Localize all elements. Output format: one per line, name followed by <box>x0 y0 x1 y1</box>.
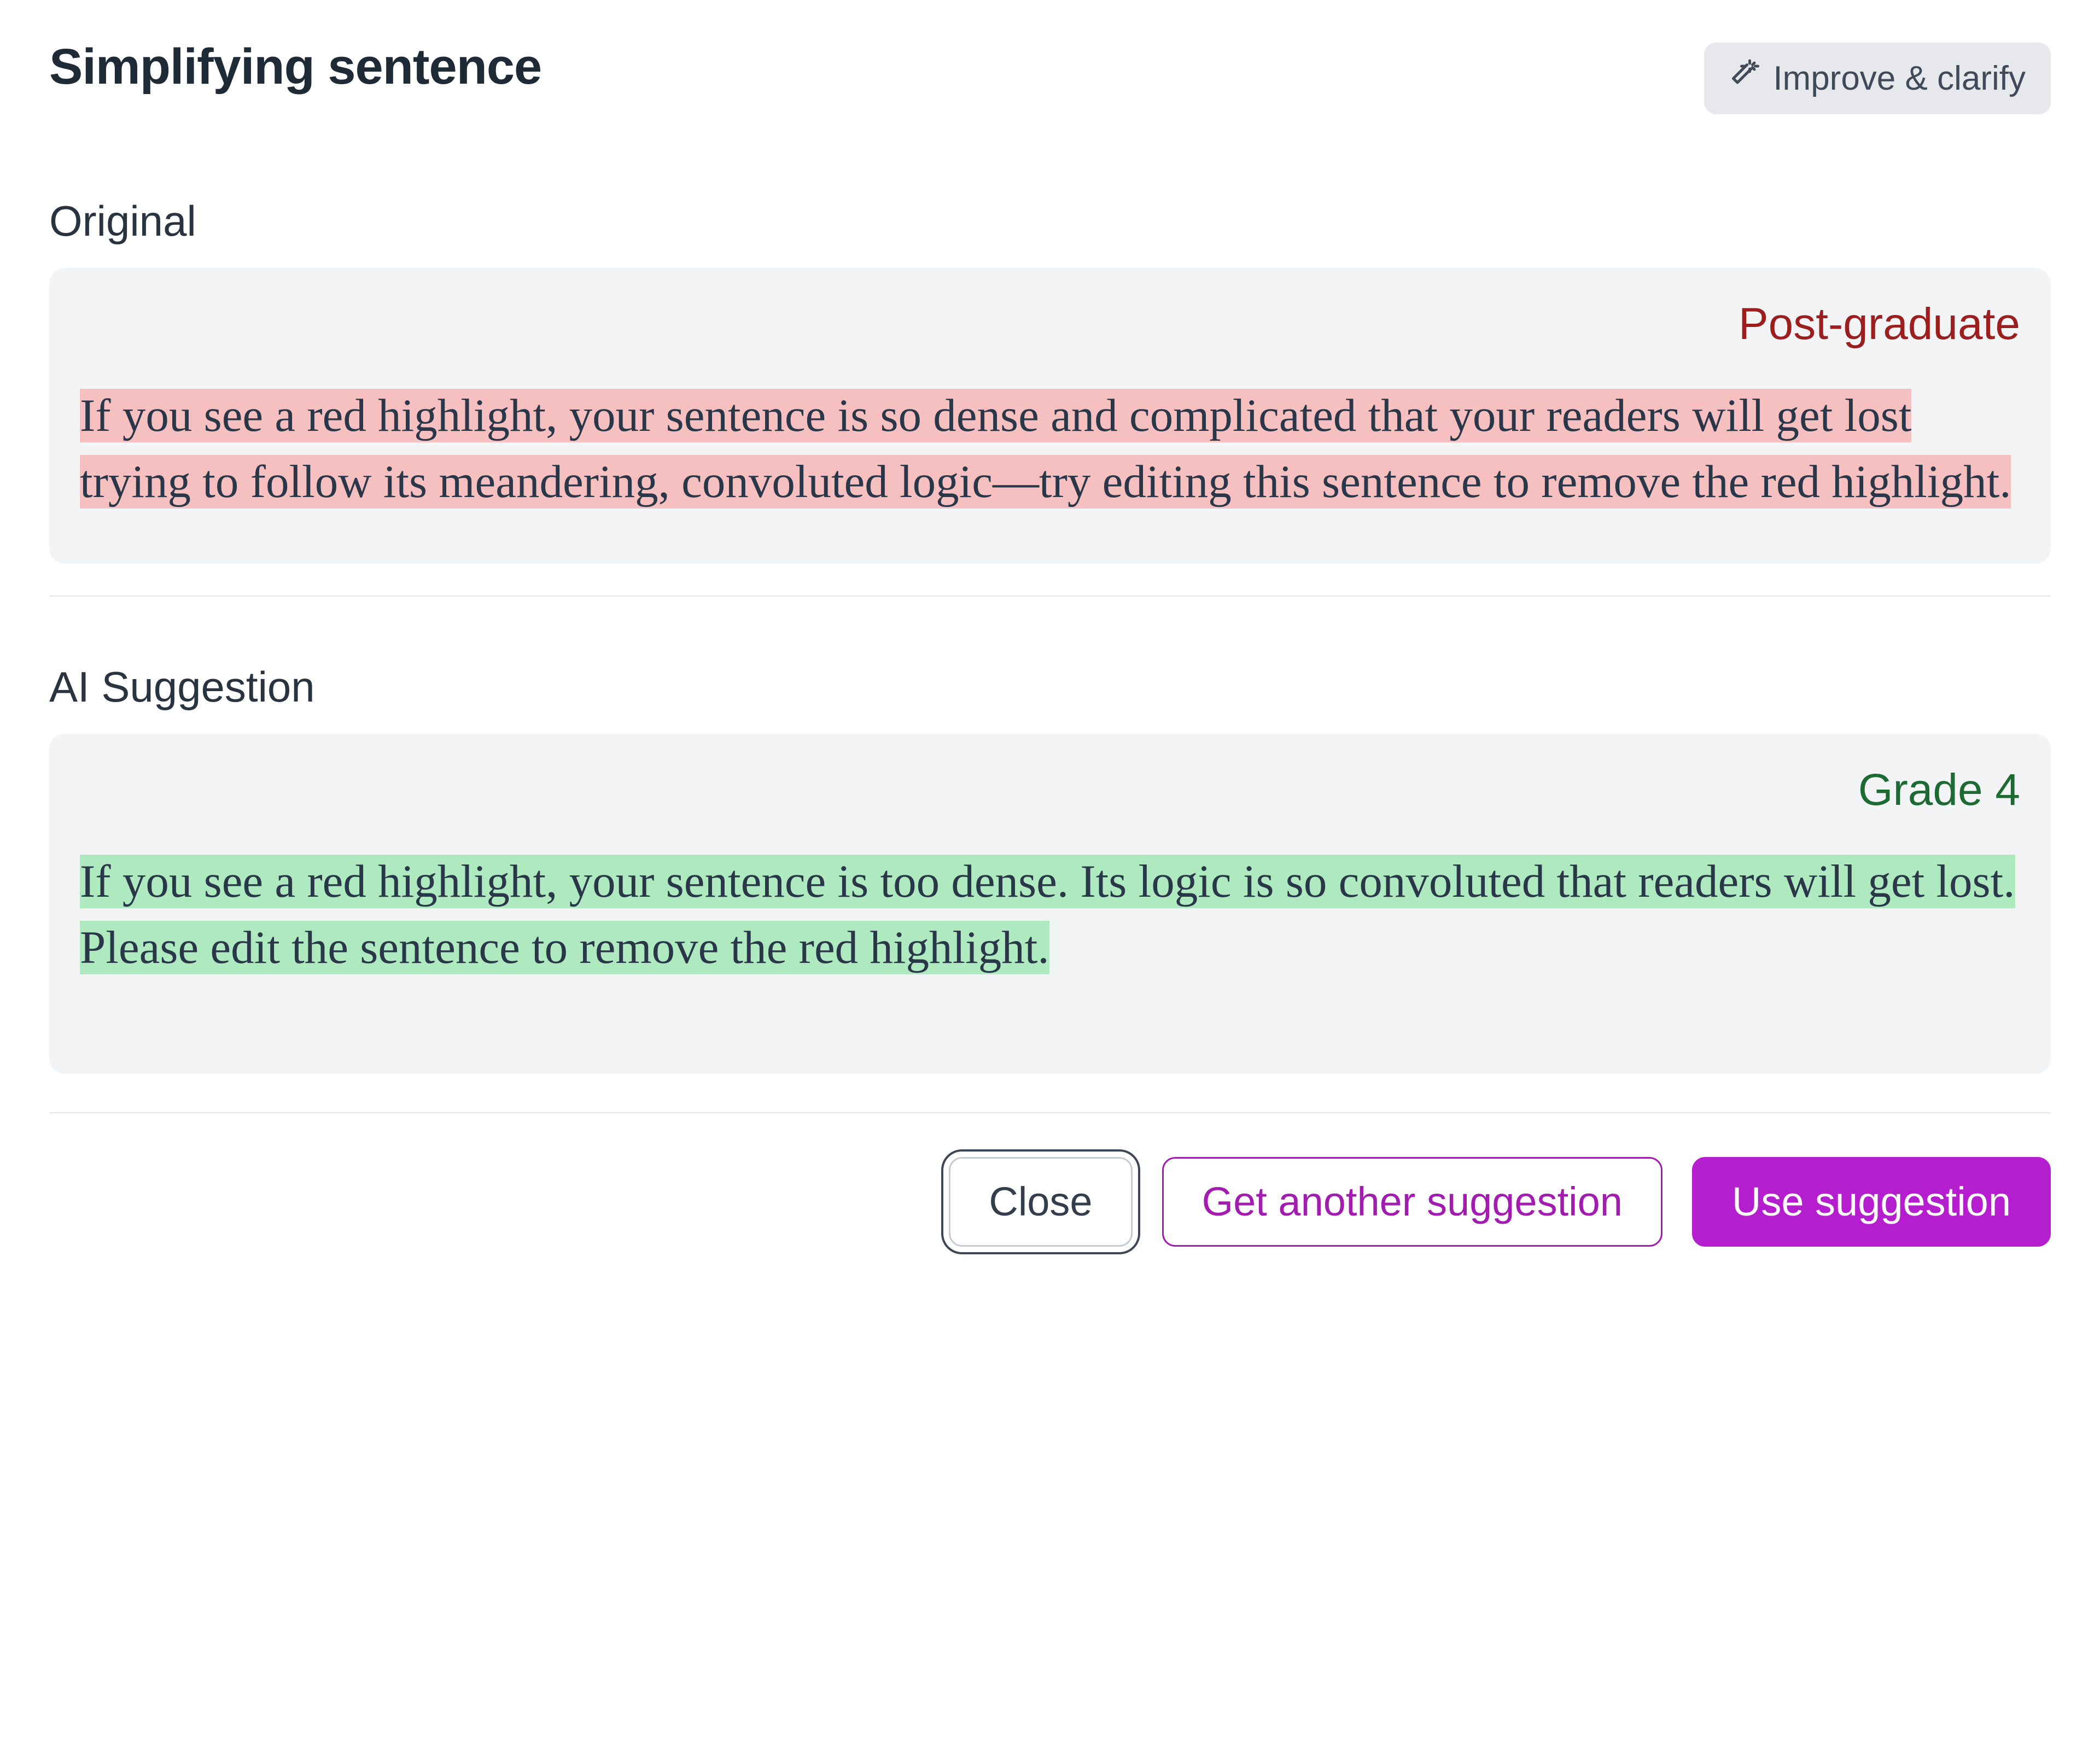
dialog-actions: Close Get another suggestion Use suggest… <box>49 1157 2051 1247</box>
suggestion-reading-level: Grade 4 <box>80 764 2020 816</box>
suggestion-box: Grade 4 If you see a red highlight, your… <box>49 734 2051 1073</box>
dialog-title: Simplifying sentence <box>49 38 541 96</box>
feature-badge: Improve & clarify <box>1704 43 2051 114</box>
suggestion-label: AI Suggestion <box>49 662 2051 712</box>
use-suggestion-button[interactable]: Use suggestion <box>1692 1157 2051 1247</box>
dialog-header: Simplifying sentence Improve & clarify <box>49 38 2051 114</box>
original-text: If you see a red highlight, your sentenc… <box>80 383 2020 515</box>
magic-wand-icon <box>1729 58 1762 99</box>
section-divider <box>49 595 2051 597</box>
original-highlight: If you see a red highlight, your sentenc… <box>80 389 2011 509</box>
suggestion-highlight: If you see a red highlight, your sentenc… <box>80 855 2015 974</box>
close-button[interactable]: Close <box>949 1157 1132 1247</box>
original-box: Post-graduate If you see a red highlight… <box>49 268 2051 564</box>
get-another-suggestion-button[interactable]: Get another suggestion <box>1162 1157 1662 1247</box>
feature-badge-label: Improve & clarify <box>1773 59 2026 98</box>
original-reading-level: Post-graduate <box>80 299 2020 350</box>
original-label: Original <box>49 196 2051 246</box>
suggestion-text: If you see a red highlight, your sentenc… <box>80 849 2020 980</box>
footer-divider <box>49 1112 2051 1113</box>
